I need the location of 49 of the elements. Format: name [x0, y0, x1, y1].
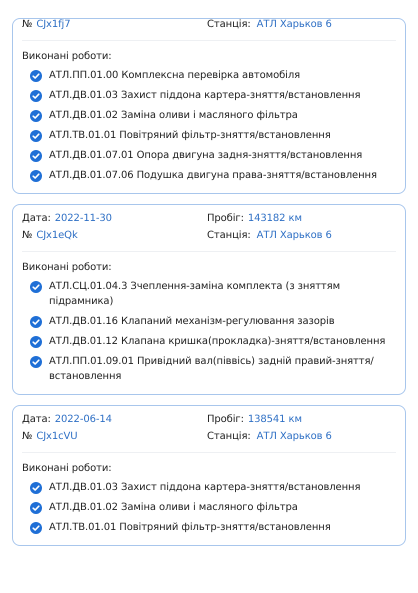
- field-label: №: [22, 431, 32, 442]
- works-heading: Виконані роботи:: [22, 262, 113, 273]
- check-circle-icon: [30, 70, 42, 82]
- field-value: АТЛ Харьков 6: [256, 431, 332, 442]
- work-item: АТЛ.ДВ.01.02 Заміна оливи і масляного фільтра: [49, 109, 298, 123]
- work-item: АТЛ.ДВ.01.07.01 Опора двигуна задня-зняття/встановлення: [49, 149, 362, 163]
- field-label: Пробіг:: [207, 414, 244, 425]
- field-value: АТЛ Харьков 6: [256, 230, 332, 241]
- check-circle-icon: [30, 336, 42, 348]
- work-item: АТЛ.СЦ.01.04.3 Зчеплення-заміна комплекта (з зняттям підрамника): [49, 280, 342, 309]
- field-label: Пробіг:: [207, 213, 244, 224]
- field-label: Дата:: [22, 213, 51, 224]
- field-value: 143182 км: [248, 213, 302, 224]
- work-item: АТЛ.ДВ.01.16 Клапаний механізм-регулювання зазорів: [49, 315, 335, 329]
- field-label: Станція:: [207, 230, 251, 241]
- work-item: АТЛ.ДВ.01.07.06 Подушка двигуна права-зняття/встановлення: [49, 169, 377, 183]
- check-circle-icon: [30, 281, 42, 293]
- field-label: Станція:: [207, 431, 251, 442]
- work-item: АТЛ.ТВ.01.01 Повітряний фільтр-зняття/встановлення: [49, 521, 331, 535]
- check-circle-icon: [30, 130, 42, 142]
- work-item: АТЛ.ДВ.01.03 Захист піддона картера-зняття/встановлення: [49, 89, 360, 103]
- check-circle-icon: [30, 482, 42, 494]
- work-item: АТЛ.ПП.01.00 Комплексна перевірка автомобіля: [49, 69, 300, 83]
- field-label: Станція:: [207, 19, 251, 30]
- field-label: №: [22, 19, 32, 30]
- works-heading: Виконані роботи:: [22, 463, 113, 474]
- work-item: АТЛ.ДВ.01.12 Клапана кришка(прокладка)-зняття/встановлення: [49, 335, 386, 349]
- field-value: CJx1cVU: [36, 431, 78, 442]
- work-item: АТЛ.ПП.01.09.01 Привідний вал(піввісь) задній правий-зняття/встановлення: [49, 355, 375, 384]
- field-label: №: [22, 230, 32, 241]
- check-circle-icon: [30, 90, 42, 102]
- check-circle-icon: [30, 356, 42, 368]
- check-circle-icon: [30, 170, 42, 182]
- field-value: CJx1eQk: [36, 230, 78, 241]
- field-value: CJx1fj7: [36, 19, 70, 30]
- check-circle-icon: [30, 150, 42, 162]
- work-item: АТЛ.ДВ.01.03 Захист піддона картера-зняття/встановлення: [49, 481, 360, 495]
- works-heading: Виконані роботи:: [22, 51, 113, 62]
- field-value: 2022-11-30: [54, 213, 112, 224]
- work-item: АТЛ.ДВ.01.02 Заміна оливи і масляного фільтра: [49, 501, 298, 515]
- work-item: АТЛ.ТВ.01.01 Повітряний фільтр-зняття/встановлення: [49, 129, 331, 143]
- check-circle-icon: [30, 502, 42, 514]
- field-value: АТЛ Харьков 6: [256, 19, 332, 30]
- field-label: Дата:: [22, 414, 51, 425]
- field-value: 138541 км: [248, 414, 302, 425]
- check-circle-icon: [30, 316, 42, 328]
- check-circle-icon: [30, 522, 42, 534]
- field-value: 2022-06-14: [54, 414, 112, 425]
- check-circle-icon: [30, 110, 42, 122]
